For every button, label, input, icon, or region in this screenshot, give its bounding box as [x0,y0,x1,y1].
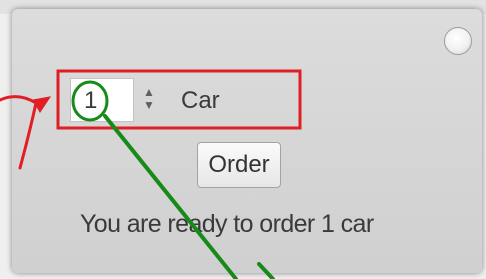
quantity-spinbox[interactable] [70,78,134,122]
spin-arrows-icon[interactable]: ▲ ▼ [140,86,158,116]
screenshot-stage: 1 ▲ ▼ Car Order You are ready to order 1 … [0,0,486,279]
decrement-arrow-icon[interactable]: ▼ [140,99,158,112]
unit-label: Car [181,87,220,114]
quantity-value[interactable]: 1 [84,86,97,116]
order-status-text: You are ready to order 1 car [80,210,374,238]
window-control-button[interactable] [444,27,472,55]
order-button[interactable]: Order [197,142,281,188]
